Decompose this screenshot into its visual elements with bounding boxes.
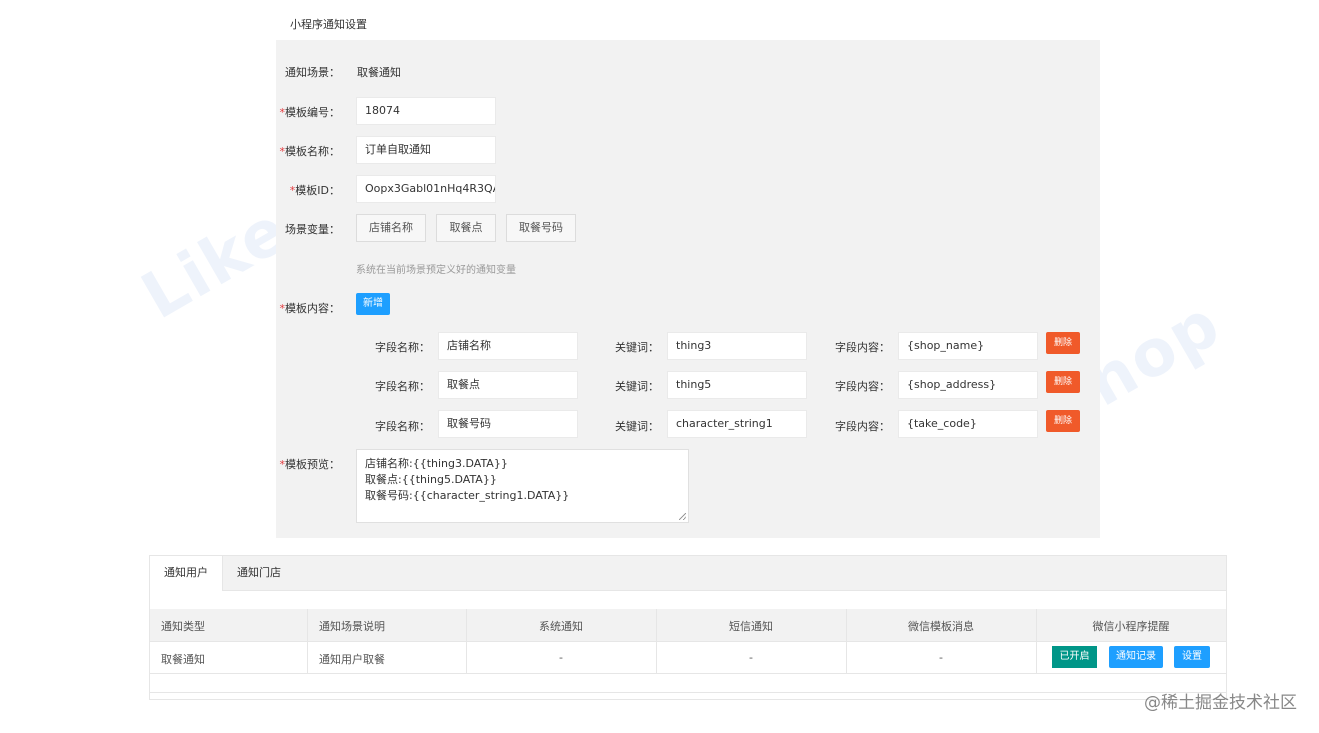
preview-line: 取餐号码:{{character_string1.DATA}} <box>365 489 570 502</box>
field-content-input[interactable]: {shop_name} <box>898 332 1038 360</box>
scene-var-button-pickup-code[interactable]: 取餐号码 <box>506 214 576 242</box>
field-name-label: 字段名称： <box>375 380 430 393</box>
header-system: 系统通知 <box>539 620 583 633</box>
cell-sms: - <box>749 651 753 664</box>
row-divider <box>150 641 1226 642</box>
template-id-label: *模板ID： <box>278 182 340 198</box>
tab-notify-user[interactable]: 通知用户 <box>150 556 223 591</box>
add-field-button[interactable]: 新增 <box>356 293 390 315</box>
header-wechat-template: 微信模板消息 <box>908 620 974 633</box>
field-name-input[interactable]: 取餐号码 <box>438 410 578 438</box>
delete-field-button[interactable]: 删除 <box>1046 371 1080 393</box>
scene-vars-label: 场景变量： <box>285 223 340 236</box>
field-content-label: 字段内容： <box>835 341 890 354</box>
field-content-input[interactable]: {take_code} <box>898 410 1038 438</box>
footer-watermark: @稀土掘金技术社区 <box>1144 693 1297 713</box>
template-id-label-text: 模板ID： <box>295 184 340 197</box>
cell-scene-desc: 通知用户取餐 <box>319 653 385 666</box>
keyword-input[interactable]: character_string1 <box>667 410 807 438</box>
keyword-input[interactable]: thing3 <box>667 332 807 360</box>
preview-line: 店铺名称:{{thing3.DATA}} <box>365 457 508 470</box>
header-scene-desc: 通知场景说明 <box>319 620 385 633</box>
notification-table-card: 通知用户 通知门店 通知类型 通知场景说明 系统通知 短信通知 微信模板消息 微… <box>149 555 1227 700</box>
template-no-input[interactable]: 18074 <box>356 97 496 125</box>
template-preview-textarea[interactable]: 店铺名称:{{thing3.DATA}} 取餐点:{{thing5.DATA}}… <box>356 449 689 523</box>
tab-notify-store[interactable]: 通知门店 <box>223 556 295 591</box>
notify-log-button[interactable]: 通知记录 <box>1109 646 1163 668</box>
row-divider <box>150 692 1226 693</box>
delete-field-button[interactable]: 删除 <box>1046 332 1080 354</box>
header-miniprogram: 微信小程序提醒 <box>1092 620 1170 633</box>
template-no-label: *模板编号： <box>278 104 341 120</box>
keyword-label: 关键词： <box>615 380 659 393</box>
cell-type: 取餐通知 <box>161 653 205 666</box>
keyword-label: 关键词： <box>615 341 659 354</box>
field-content-input[interactable]: {shop_address} <box>898 371 1038 399</box>
tab-bar: 通知用户 通知门店 <box>150 556 1226 591</box>
template-no-label-text: 模板编号： <box>285 106 340 119</box>
template-content-label: *模板内容： <box>278 300 341 316</box>
keyword-input[interactable]: thing5 <box>667 371 807 399</box>
scene-label: 通知场景： <box>285 66 340 79</box>
template-preview-label-text: 模板预览： <box>285 458 340 471</box>
scene-vars-hint: 系统在当前场景预定义好的通知变量 <box>356 265 516 276</box>
template-name-label-text: 模板名称： <box>285 145 340 158</box>
template-content-label-text: 模板内容： <box>285 302 340 315</box>
page-title: 小程序通知设置 <box>290 18 367 31</box>
field-name-input[interactable]: 店铺名称 <box>438 332 578 360</box>
scene-var-button-shop-name[interactable]: 店铺名称 <box>356 214 426 242</box>
field-name-label: 字段名称： <box>375 341 430 354</box>
header-type: 通知类型 <box>161 620 205 633</box>
enabled-button[interactable]: 已开启 <box>1052 646 1097 668</box>
field-name-input[interactable]: 取餐点 <box>438 371 578 399</box>
settings-button[interactable]: 设置 <box>1174 646 1210 668</box>
field-content-label: 字段内容： <box>835 420 890 433</box>
scene-value: 取餐通知 <box>357 66 401 79</box>
resize-handle-icon[interactable] <box>679 513 686 520</box>
cell-wechat-template: - <box>939 651 943 664</box>
header-sms: 短信通知 <box>729 620 773 633</box>
template-name-input[interactable]: 订单自取通知 <box>356 136 496 164</box>
template-name-label: *模板名称： <box>278 143 341 159</box>
keyword-label: 关键词： <box>615 420 659 433</box>
row-divider <box>150 673 1226 674</box>
template-id-input[interactable]: Oopx3Gabl01nHq4R3QAoU <box>356 175 496 203</box>
cell-system: - <box>559 651 563 664</box>
delete-field-button[interactable]: 删除 <box>1046 410 1080 432</box>
template-preview-label: *模板预览： <box>278 456 341 472</box>
scene-var-button-pickup-point[interactable]: 取餐点 <box>436 214 496 242</box>
field-name-label: 字段名称： <box>375 420 430 433</box>
preview-line: 取餐点:{{thing5.DATA}} <box>365 473 497 486</box>
field-content-label: 字段内容： <box>835 380 890 393</box>
